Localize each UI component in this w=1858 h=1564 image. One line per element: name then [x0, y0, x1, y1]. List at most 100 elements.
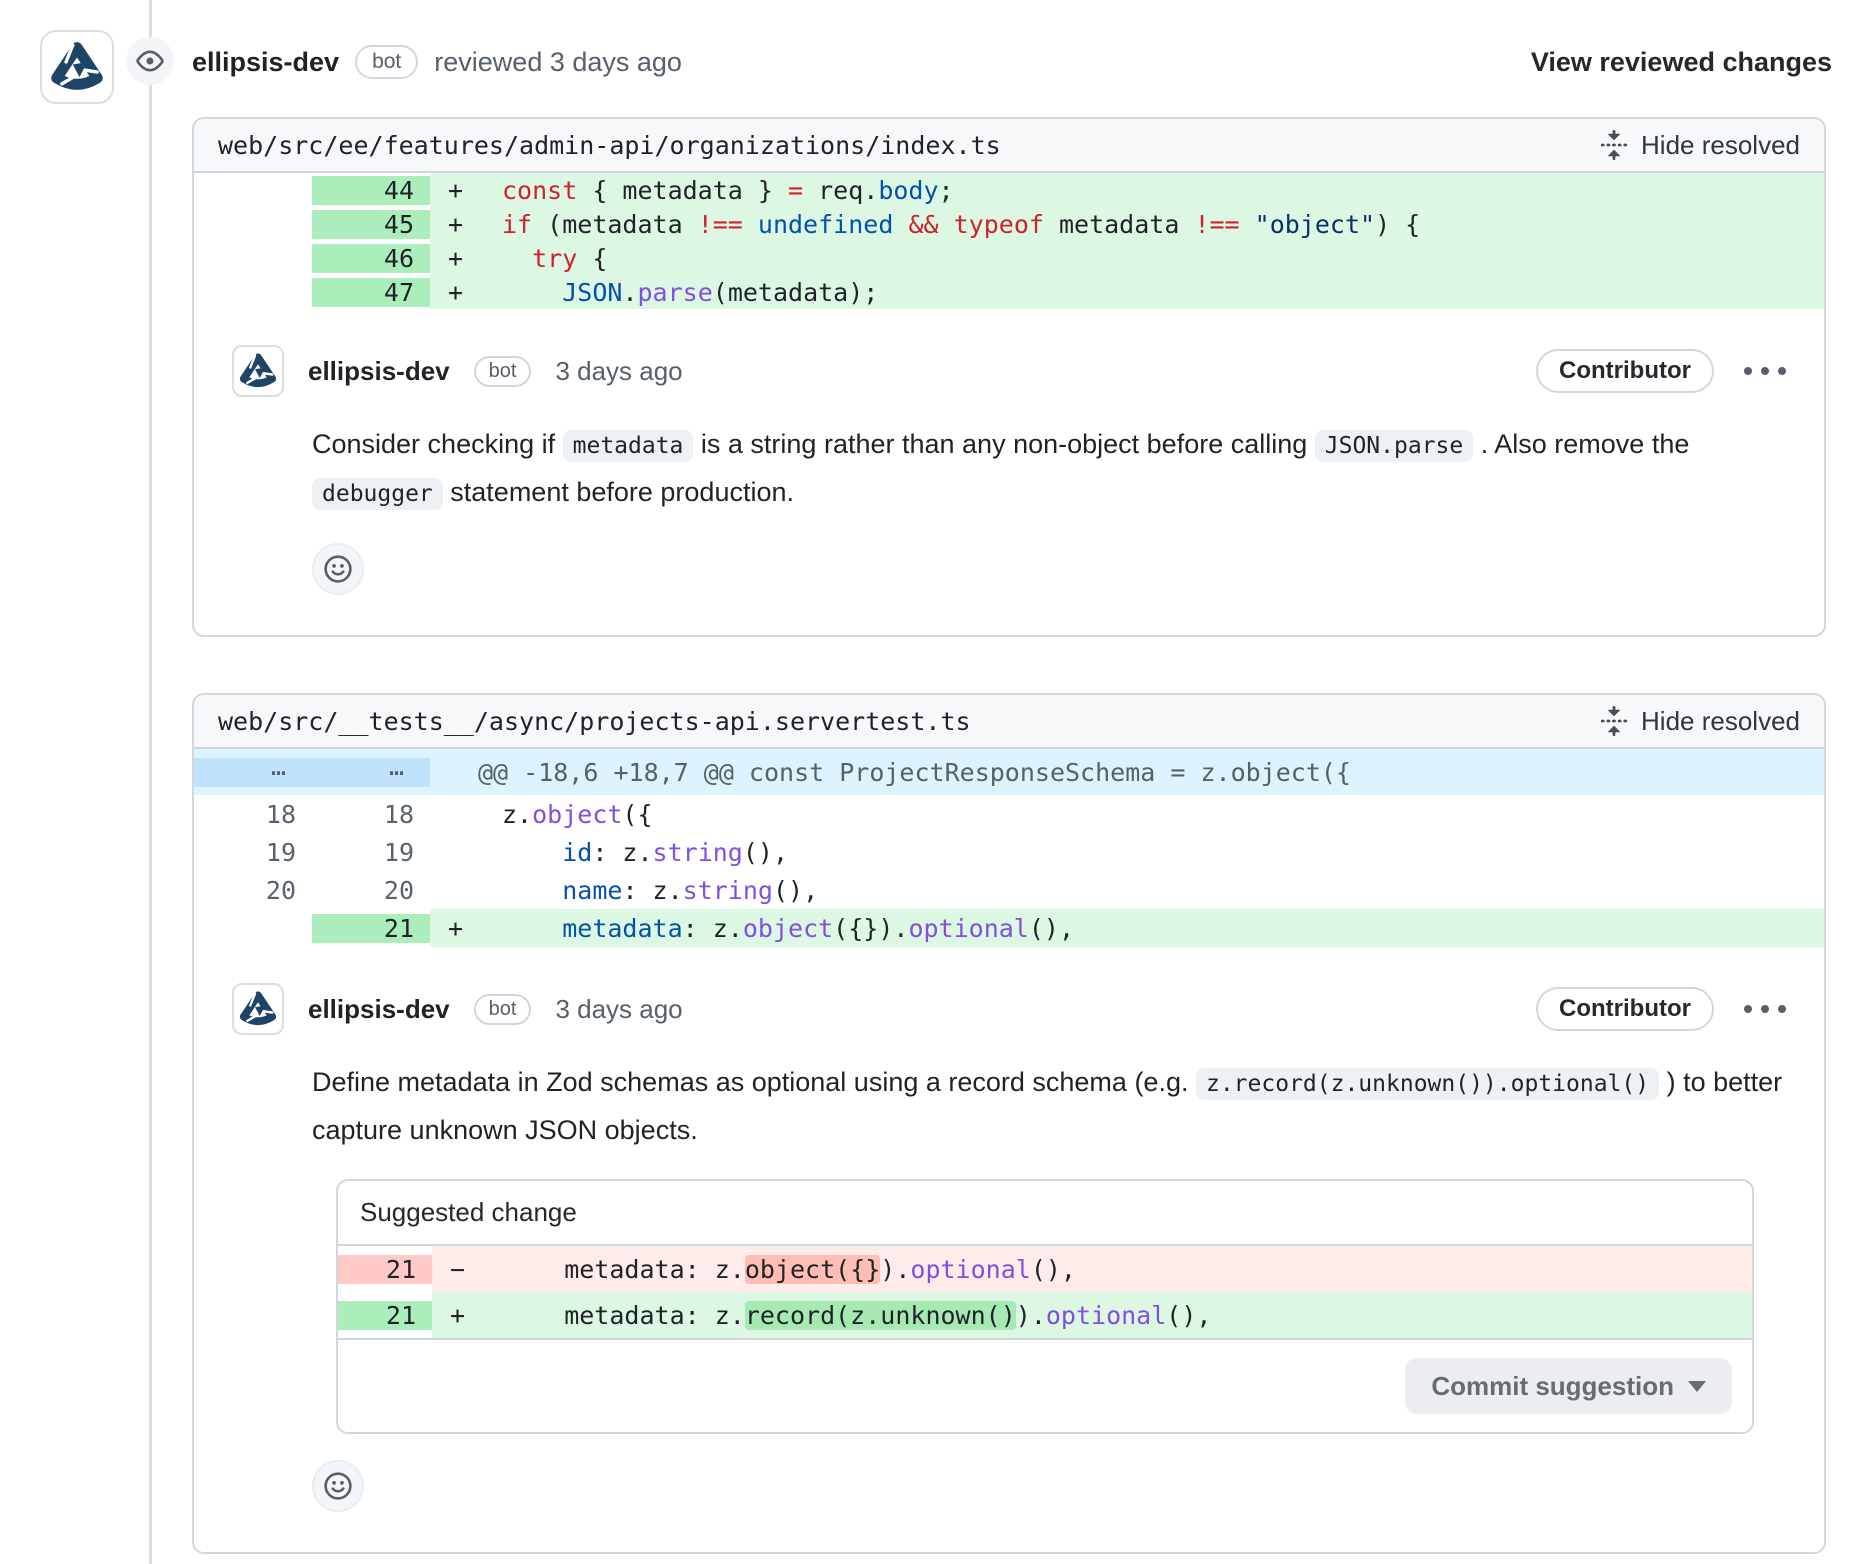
line-number[interactable]: 44	[312, 176, 430, 205]
fold-icon	[1599, 130, 1629, 160]
view-reviewed-changes-link[interactable]: View reviewed changes	[1531, 47, 1832, 78]
ellipsis-dev-logo	[50, 40, 104, 94]
suggested-change-diff: 21 − metadata: z.object({}).optional(), …	[338, 1246, 1752, 1338]
line-number[interactable]: 47	[312, 278, 430, 307]
diff-code: metadata: z.object({}).optional(),	[502, 914, 1074, 943]
comment-options-button[interactable]	[1742, 999, 1788, 1019]
diff-marker: +	[430, 244, 502, 273]
chevron-down-icon	[1688, 1381, 1706, 1392]
line-number[interactable]: 19	[194, 838, 312, 867]
comment-body: Define metadata in Zod schemas as option…	[312, 1059, 1788, 1153]
review-comment-2: ellipsis-dev bot 3 days ago Contributor …	[194, 947, 1824, 1552]
review-thread-card-1: web/src/ee/features/admin-api/organizati…	[192, 117, 1826, 637]
inline-code: debugger	[312, 478, 443, 510]
ellipsis-dev-logo	[239, 352, 277, 390]
diff-code: if (metadata !== undefined && typeof met…	[502, 210, 1420, 239]
contributor-badge: Contributor	[1536, 349, 1714, 393]
diff-row-context: 1919 id: z.string(),	[194, 833, 1824, 871]
line-number: 21	[338, 1301, 432, 1330]
hide-resolved-label: Hide resolved	[1641, 706, 1800, 737]
diff-marker: +	[430, 176, 502, 205]
reviewer-avatar[interactable]	[40, 30, 114, 104]
hunk-header-row: ⋯⋯@@ -18,6 +18,7 @@ const ProjectRespons…	[194, 749, 1824, 795]
comment-timestamp[interactable]: 3 days ago	[555, 994, 682, 1025]
diff-code: try {	[502, 244, 607, 273]
comment-text: statement before production.	[443, 477, 794, 507]
bot-badge: bot	[355, 45, 418, 79]
diff-hunk-2: ⋯⋯@@ -18,6 +18,7 @@ const ProjectRespons…	[194, 749, 1824, 947]
file-header-2: web/src/__tests__/async/projects-api.ser…	[194, 695, 1824, 749]
diff-row-addition: 45+if (metadata !== undefined && typeof …	[194, 207, 1824, 241]
comment-text: . Also remove the	[1473, 429, 1689, 459]
diff-hunk-1: 44+const { metadata } = req.body;45+if (…	[194, 173, 1824, 309]
line-number: 21	[338, 1255, 432, 1284]
inline-code: metadata	[563, 430, 694, 462]
diff-row-addition: 47+ JSON.parse(metadata);	[194, 275, 1824, 309]
hide-resolved-button-2[interactable]: Hide resolved	[1599, 706, 1800, 737]
line-number[interactable]: 20	[194, 876, 312, 905]
fold-icon	[1599, 706, 1629, 736]
diff-row-addition: 21 + metadata: z.record(z.unknown()).opt…	[338, 1292, 1752, 1338]
comment-body: Consider checking if metadata is a strin…	[312, 421, 1788, 517]
diff-row-context: 2020 name: z.string(),	[194, 871, 1824, 909]
diff-marker: +	[430, 278, 502, 307]
line-number[interactable]: 21	[312, 914, 430, 943]
diff-row-deletion: 21 − metadata: z.object({}).optional(),	[338, 1246, 1752, 1292]
comment-avatar[interactable]	[232, 983, 284, 1035]
file-header-1: web/src/ee/features/admin-api/organizati…	[194, 119, 1824, 173]
comment-author[interactable]: ellipsis-dev	[308, 994, 450, 1025]
diff-marker: +	[432, 1301, 504, 1330]
diff-code: metadata: z.record(z.unknown()).optional…	[504, 1301, 1211, 1330]
hide-resolved-button-1[interactable]: Hide resolved	[1599, 130, 1800, 161]
diff-row-addition: 44+const { metadata } = req.body;	[194, 173, 1824, 207]
review-event-badge	[126, 37, 174, 85]
bot-badge: bot	[474, 356, 532, 387]
commit-suggestion-label: Commit suggestion	[1431, 1371, 1674, 1402]
review-action-text: reviewed 3 days ago	[434, 47, 682, 78]
eye-icon	[136, 47, 164, 75]
line-number[interactable]: 46	[312, 244, 430, 273]
line-number[interactable]: 18	[194, 800, 312, 829]
diff-row-addition: 21+ metadata: z.object({}).optional(),	[194, 909, 1824, 947]
bot-badge: bot	[474, 994, 532, 1025]
comment-text: Consider checking if	[312, 429, 563, 459]
comment-text: is a string rather than any non-object b…	[693, 429, 1314, 459]
contributor-badge: Contributor	[1536, 987, 1714, 1031]
line-number[interactable]: 18	[312, 800, 430, 829]
suggested-change-title: Suggested change	[338, 1181, 1752, 1246]
diff-row-addition: 46+ try {	[194, 241, 1824, 275]
line-number[interactable]: 45	[312, 210, 430, 239]
comment-options-button[interactable]	[1742, 361, 1788, 381]
comment-timestamp[interactable]: 3 days ago	[555, 356, 682, 387]
review-thread-card-2: web/src/__tests__/async/projects-api.ser…	[192, 693, 1826, 1554]
comment-avatar[interactable]	[232, 345, 284, 397]
diff-code: id: z.string(),	[502, 838, 788, 867]
add-reaction-button[interactable]	[312, 1460, 364, 1512]
file-path-2[interactable]: web/src/__tests__/async/projects-api.ser…	[218, 707, 971, 736]
ellipsis-dev-logo	[239, 990, 277, 1028]
review-content: web/src/ee/features/admin-api/organizati…	[192, 117, 1826, 1554]
inline-code: z.record(z.unknown()).optional()	[1196, 1068, 1659, 1100]
diff-code: name: z.string(),	[502, 876, 818, 905]
line-number[interactable]: 19	[312, 838, 430, 867]
diff-code: z.object({	[502, 800, 653, 829]
comment-author[interactable]: ellipsis-dev	[308, 356, 450, 387]
commit-suggestion-button[interactable]: Commit suggestion	[1405, 1358, 1732, 1414]
diff-code: metadata: z.object({}).optional(),	[504, 1255, 1076, 1284]
smiley-icon	[323, 554, 353, 584]
diff-marker: −	[432, 1255, 504, 1284]
diff-code: JSON.parse(metadata);	[502, 278, 878, 307]
smiley-icon	[323, 1471, 353, 1501]
suggested-change-block: Suggested change 21 − metadata: z.object…	[336, 1179, 1754, 1434]
diff-marker: +	[430, 914, 502, 943]
diff-row-context: 1818 z.object({	[194, 795, 1824, 833]
add-reaction-button[interactable]	[312, 543, 364, 595]
diff-code: const { metadata } = req.body;	[502, 176, 954, 205]
line-number[interactable]: 20	[312, 876, 430, 905]
reviewer-name[interactable]: ellipsis-dev	[192, 47, 339, 78]
pull-request-review-timeline: ellipsis-dev bot reviewed 3 days ago Vie…	[0, 0, 1858, 1564]
file-path-1[interactable]: web/src/ee/features/admin-api/organizati…	[218, 131, 1001, 160]
review-comment-1: ellipsis-dev bot 3 days ago Contributor …	[194, 309, 1824, 635]
review-header: ellipsis-dev bot reviewed 3 days ago Vie…	[192, 30, 1832, 94]
hide-resolved-label: Hide resolved	[1641, 130, 1800, 161]
